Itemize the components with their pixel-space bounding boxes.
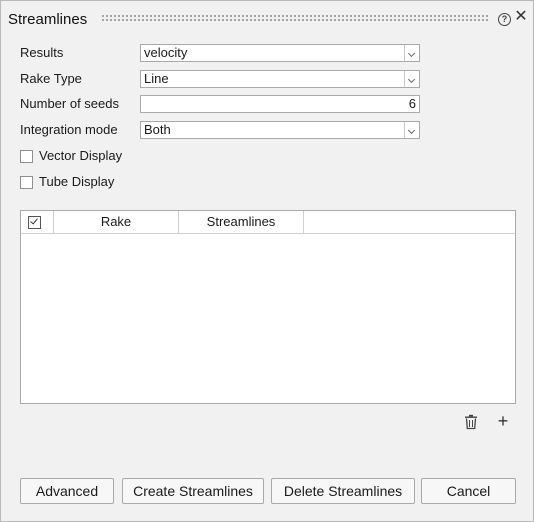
- seeds-value: 6: [408, 96, 416, 111]
- close-icon[interactable]: ✕: [514, 9, 528, 25]
- column-header-streamlines[interactable]: Streamlines: [179, 211, 304, 233]
- panel-titlebar[interactable]: Streamlines ? ✕: [1, 1, 533, 37]
- cancel-button[interactable]: Cancel: [421, 478, 516, 504]
- streamlines-panel: Streamlines ? ✕ Results velocity Rake Ty…: [0, 0, 534, 522]
- results-select[interactable]: velocity: [140, 44, 420, 62]
- chevron-down-icon[interactable]: [404, 45, 419, 61]
- chevron-down-icon[interactable]: [404, 71, 419, 87]
- chevron-down-icon[interactable]: [404, 122, 419, 138]
- table-body: [21, 234, 515, 403]
- results-label: Results: [20, 45, 64, 60]
- rake-type-select[interactable]: Line: [140, 70, 420, 88]
- vector-display-checkbox[interactable]: [20, 150, 33, 163]
- results-value: velocity: [144, 45, 188, 60]
- integration-mode-value: Both: [144, 122, 171, 137]
- advanced-button[interactable]: Advanced: [20, 478, 114, 504]
- table-header: Rake Streamlines: [21, 211, 515, 234]
- seeds-input[interactable]: 6: [140, 95, 420, 113]
- select-all-checkbox-icon[interactable]: [28, 216, 41, 229]
- rake-type-value: Line: [144, 71, 169, 86]
- integration-mode-select[interactable]: Both: [140, 121, 420, 139]
- integration-mode-label: Integration mode: [20, 122, 118, 137]
- column-header-rake[interactable]: Rake: [54, 211, 179, 233]
- tube-display-label: Tube Display: [39, 174, 115, 189]
- drag-handle[interactable]: [101, 14, 488, 22]
- panel-title: Streamlines: [8, 11, 88, 28]
- help-icon[interactable]: ?: [498, 13, 511, 26]
- tube-display-checkbox[interactable]: [20, 176, 33, 189]
- rake-type-label: Rake Type: [20, 71, 82, 86]
- vector-display-label: Vector Display: [39, 148, 123, 163]
- rake-table: Rake Streamlines: [20, 210, 516, 404]
- seeds-label: Number of seeds: [20, 96, 119, 111]
- create-streamlines-button[interactable]: Create Streamlines: [122, 478, 264, 504]
- plus-icon[interactable]: +: [496, 412, 510, 430]
- select-all-header[interactable]: [21, 211, 54, 233]
- trash-icon[interactable]: [464, 414, 478, 430]
- delete-streamlines-button[interactable]: Delete Streamlines: [271, 478, 415, 504]
